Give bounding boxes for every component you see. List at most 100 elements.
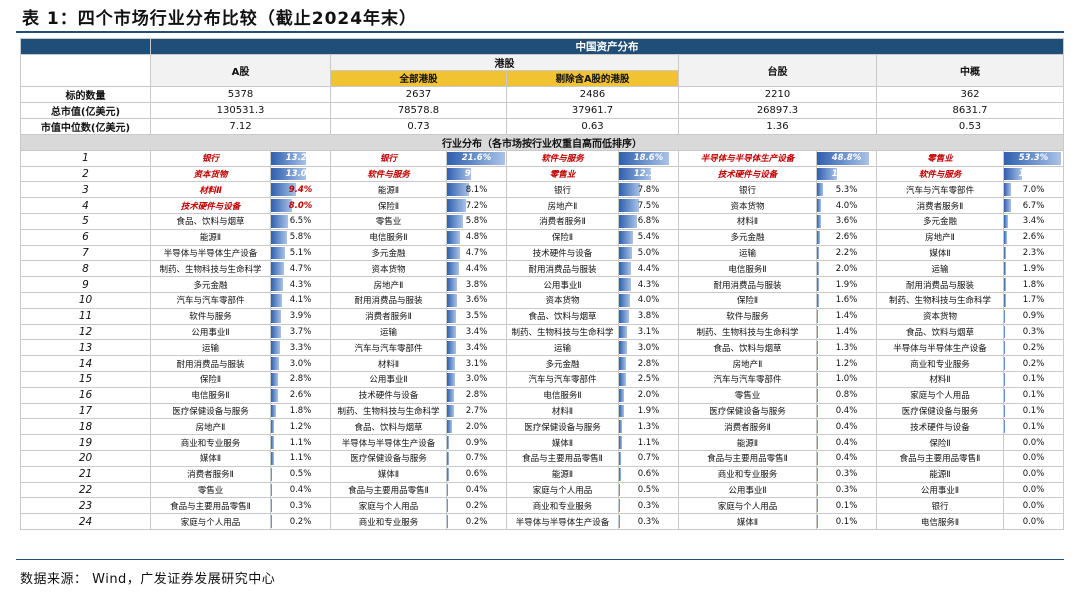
- weight-value: 3.9%: [289, 311, 312, 322]
- weight-cell: 1.3%: [816, 339, 877, 357]
- weight-bar: [817, 309, 819, 323]
- rank-cell: 6: [20, 228, 151, 246]
- weight-cell: 0.0%: [1003, 449, 1064, 467]
- weight-bar: [619, 404, 625, 418]
- weight-value: 7.8%: [637, 184, 660, 195]
- weight-cell: 3.8%: [618, 307, 679, 325]
- weight-value: 3.0%: [465, 374, 488, 385]
- table-row: 24 家庭与个人用品 0.2% 商业和专业服务 0.2% 半导体与半导体生产设备 0.3% 媒…: [20, 513, 1064, 530]
- weight-cell: 3.0%: [270, 355, 331, 372]
- industry-cell: 运输: [506, 339, 619, 357]
- weight-value: 0.4%: [289, 484, 312, 495]
- rank-cell: 10: [20, 291, 151, 309]
- weight-cell: 3.0%: [446, 370, 507, 388]
- weight-bar: [271, 404, 276, 418]
- rank-cell: 7: [20, 244, 151, 262]
- table-row: 14 耐用消费品与服装 3.0% 材料Ⅱ 3.1% 多元金融 2.8% 房地产Ⅱ 1.2% 商业和…: [20, 355, 1064, 372]
- weight-value: 0.4%: [465, 484, 488, 495]
- industry-cell: 半导体与半导体生产设备: [876, 339, 1004, 357]
- weight-cell: 3.6%: [446, 291, 507, 309]
- industry-cell: 商业和专业服务: [876, 355, 1004, 372]
- weight-value: 3.7%: [289, 326, 312, 337]
- industry-cell: 家庭与个人用品: [678, 497, 817, 515]
- weight-cell: 1.0%: [816, 370, 877, 388]
- industry-cell: 家庭与个人用品: [150, 513, 271, 530]
- industry-cell: 多元金融: [330, 244, 447, 262]
- weight-cell: 3.1%: [618, 323, 679, 341]
- industry-cell: 资本货物: [678, 197, 817, 214]
- weight-bar: [447, 388, 455, 402]
- weight-cell: 1.2%: [270, 418, 331, 436]
- summary-value: 2210: [678, 85, 877, 103]
- weight-cell: 1.4%: [816, 323, 877, 341]
- weight-value: 1.7%: [1022, 295, 1045, 306]
- weight-cell: 0.0%: [1003, 434, 1064, 451]
- table-row: 6 能源Ⅱ 5.8% 电信服务Ⅱ 4.8% 保险Ⅱ 5.4% 多元金融 2.6% 房地产Ⅱ 2.6%: [20, 228, 1064, 246]
- weight-bar: [1004, 262, 1007, 276]
- weight-value: 3.6%: [465, 295, 488, 306]
- industry-cell: 消费者服务Ⅱ: [150, 465, 271, 483]
- weight-cell: 1.6%: [816, 291, 877, 309]
- industry-cell: 商业和专业服务: [506, 497, 619, 515]
- industry-cell: 半导体与半导体生产设备: [150, 244, 271, 262]
- weight-cell: 4.1%: [270, 291, 331, 309]
- industry-cell: 软件与服务: [506, 149, 619, 167]
- rank-cell: 22: [20, 481, 151, 499]
- weight-value: 0.1%: [1022, 421, 1045, 432]
- weight-value: 3.4%: [1022, 216, 1045, 227]
- summary-value: 130531.3: [150, 101, 331, 119]
- weight-cell: 53.3%: [1003, 149, 1064, 167]
- weight-cell: 1.8%: [1003, 276, 1064, 293]
- table-title: 表 1：四个市场行业分布比较（截止2024年末）: [22, 9, 418, 29]
- rank-cell: 16: [20, 386, 151, 404]
- industry-cell: 能源Ⅱ: [150, 228, 271, 246]
- weight-bar: [619, 372, 626, 386]
- weight-value: 1.0%: [835, 374, 858, 385]
- rank-cell: 8: [20, 260, 151, 278]
- industry-cell: 医疗保健设备与服务: [678, 402, 817, 420]
- weight-bar: [619, 357, 627, 370]
- weight-bar: [619, 483, 621, 497]
- weight-value: 7.2%: [465, 200, 488, 211]
- weight-cell: 1.3%: [618, 418, 679, 436]
- industry-cell: 耐用消费品与服装: [678, 276, 817, 293]
- weight-bar: [1004, 246, 1007, 260]
- weight-value: 1.4%: [835, 326, 858, 337]
- industry-cell: 材料Ⅱ: [506, 402, 619, 420]
- weight-value: 0.3%: [835, 484, 858, 495]
- weight-value: 48.8%: [831, 153, 862, 164]
- weight-bar: [1004, 309, 1005, 323]
- weight-value: 1.9%: [835, 279, 858, 290]
- weight-cell: 3.4%: [1003, 212, 1064, 230]
- summary-value: 26897.3: [678, 101, 877, 119]
- weight-value: 0.9%: [1022, 311, 1045, 322]
- weight-cell: 4.0%: [816, 197, 877, 214]
- weight-cell: 0.0%: [1003, 513, 1064, 530]
- weight-cell: 3.3%: [270, 339, 331, 357]
- industry-cell: 材料Ⅱ: [876, 370, 1004, 388]
- weight-cell: 4.7%: [270, 260, 331, 278]
- weight-bar: [447, 199, 467, 212]
- weight-value: 17.2%: [1018, 168, 1049, 179]
- weight-bar: [619, 515, 620, 528]
- weight-cell: 2.5%: [618, 370, 679, 388]
- weight-cell: 1.2%: [816, 355, 877, 372]
- summary-row: 总市值(亿美元) 130531.3 78578.8 37961.7 26897.3 863…: [20, 101, 1064, 119]
- weight-bar: [271, 451, 274, 465]
- industry-cell: 银行: [150, 149, 271, 167]
- weight-value: 1.1%: [289, 453, 312, 464]
- industry-cell: 制药、生物科技与生命科学: [678, 323, 817, 341]
- weight-cell: 9.4%: [270, 181, 331, 199]
- weight-cell: 17.2%: [1003, 165, 1064, 183]
- weight-value: 0.5%: [637, 484, 660, 495]
- summary-value: 2637: [330, 85, 507, 103]
- industry-cell: 电信服务Ⅱ: [678, 260, 817, 278]
- weight-value: 18.6%: [831, 168, 862, 179]
- weight-cell: 1.9%: [816, 276, 877, 293]
- industry-cell: 食品、饮料与烟草: [876, 323, 1004, 341]
- weight-bar: [619, 199, 640, 212]
- weight-value: 13.0%: [285, 168, 316, 179]
- weight-bar: [619, 246, 633, 260]
- weight-value: 0.2%: [289, 516, 312, 527]
- industry-cell: 房地产Ⅱ: [150, 418, 271, 436]
